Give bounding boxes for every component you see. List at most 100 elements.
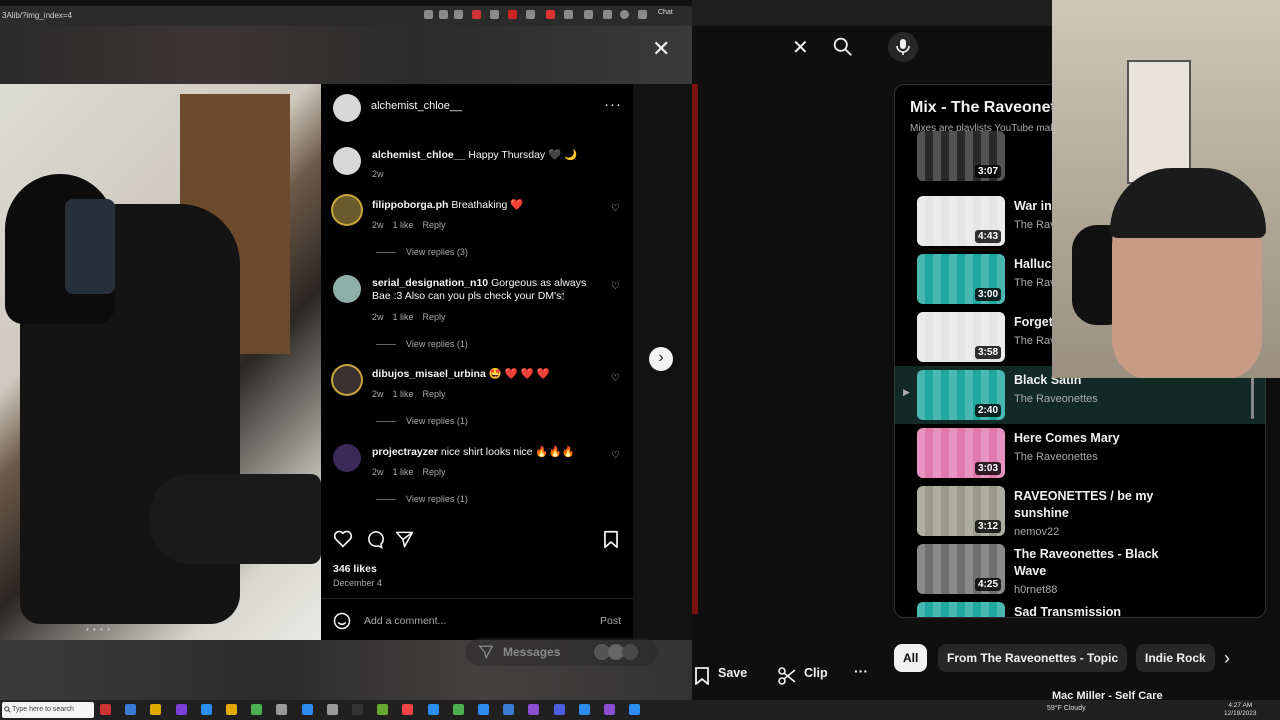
avatar[interactable]: [333, 275, 361, 303]
taskbar-search[interactable]: Type here to search: [2, 702, 94, 718]
reply-link[interactable]: Reply: [423, 389, 446, 399]
comment-input[interactable]: Add a comment...: [364, 615, 446, 627]
view-replies-link[interactable]: View replies (1): [376, 494, 468, 504]
video-thumbnail[interactable]: 3:00: [917, 254, 1005, 304]
video-thumbnail[interactable]: 3:03: [917, 428, 1005, 478]
like-comment-icon[interactable]: ♡: [611, 203, 620, 214]
video-thumbnail[interactable]: 2:40: [917, 370, 1005, 420]
chat-extension-label[interactable]: Chat: [658, 9, 673, 16]
comment-icon[interactable]: [365, 530, 384, 549]
extension-icon[interactable]: [546, 10, 555, 19]
taskbar-app-icon[interactable]: [629, 704, 641, 715]
playlist-item-title[interactable]: RAVEONETTES / be my sunshine: [1014, 488, 1194, 522]
view-replies-link[interactable]: View replies (1): [376, 416, 468, 426]
video-thumbnail[interactable]: 3:07: [917, 131, 1005, 181]
playlist-item-title[interactable]: Here Comes Mary: [1014, 430, 1194, 447]
playlist-item-title[interactable]: The Raveonettes - Black Wave: [1014, 546, 1194, 580]
taskbar-app-icon[interactable]: [452, 704, 464, 715]
avatar[interactable]: [333, 94, 361, 122]
taskbar-app-icon[interactable]: [100, 704, 111, 715]
comment-likes[interactable]: 1 like: [393, 312, 414, 322]
avatar[interactable]: [333, 444, 361, 472]
extension-icon[interactable]: [424, 10, 433, 19]
video-thumbnail[interactable]: 4:43: [917, 196, 1005, 246]
taskbar-app-icon[interactable]: [402, 704, 414, 715]
chip-all[interactable]: All: [894, 644, 928, 672]
playlist-item-channel[interactable]: The Raveonettes: [1014, 451, 1098, 463]
avatar[interactable]: [333, 147, 361, 175]
extension-icon[interactable]: [526, 10, 535, 19]
reply-link[interactable]: Reply: [423, 220, 446, 230]
extension-icon[interactable]: [603, 10, 612, 19]
heart-icon[interactable]: [333, 530, 353, 548]
save-icon[interactable]: [695, 667, 709, 685]
taskbar-app-icon[interactable]: [301, 704, 313, 715]
view-replies-link[interactable]: View replies (1): [376, 339, 468, 349]
comment-user[interactable]: alchemist_chloe__: [372, 149, 465, 161]
video-thumbnail[interactable]: 3:12: [917, 486, 1005, 536]
likes-count[interactable]: 346 likes: [333, 563, 377, 575]
video-thumbnail[interactable]: 3:58: [917, 312, 1005, 362]
share-icon[interactable]: [395, 530, 414, 549]
comment-user[interactable]: projectrayzer: [372, 446, 438, 458]
comment-likes[interactable]: 1 like: [393, 220, 414, 230]
extension-icon[interactable]: [508, 10, 517, 19]
taskbar-app-icon[interactable]: [326, 704, 338, 715]
comment-user[interactable]: dibujos_misael_urbina: [372, 368, 486, 380]
reply-link[interactable]: Reply: [423, 467, 446, 477]
voice-search-button[interactable]: [888, 32, 918, 62]
close-icon[interactable]: ✕: [652, 36, 670, 62]
playlist-item[interactable]: 3:03 Here Comes Mary The Raveonettes: [895, 424, 1265, 482]
taskbar-app-icon[interactable]: [200, 704, 212, 715]
video-thumbnail[interactable]: [917, 602, 1005, 617]
like-comment-icon[interactable]: ♡: [611, 373, 620, 384]
avatar[interactable]: [333, 196, 361, 224]
system-clock[interactable]: 4:27 AM 12/19/2023: [1224, 702, 1257, 718]
taskbar-app-icon[interactable]: [478, 704, 489, 715]
weather-widget[interactable]: 59°F Cloudy: [1047, 705, 1086, 712]
taskbar-app-icon[interactable]: [150, 704, 162, 715]
more-options-icon[interactable]: ···: [604, 96, 622, 113]
comment-likes[interactable]: 1 like: [393, 467, 414, 477]
more-actions-icon[interactable]: ···: [854, 663, 868, 679]
taskbar-app-icon[interactable]: [503, 704, 515, 715]
post-comment-button[interactable]: Post: [600, 615, 621, 627]
playlist-item[interactable]: 3:12 RAVEONETTES / be my sunshine nemov22: [895, 482, 1265, 540]
video-thumbnail[interactable]: 4:25: [917, 544, 1005, 594]
playlist-item-channel[interactable]: nemov22: [1014, 526, 1059, 538]
clip-button[interactable]: Clip: [804, 666, 828, 680]
chip-indie-rock[interactable]: Indie Rock: [1136, 644, 1215, 672]
bookmark-icon[interactable]: [603, 530, 619, 549]
taskbar-app-icon[interactable]: [553, 704, 565, 715]
zoom-icon[interactable]: [439, 10, 448, 19]
playlist-item-title[interactable]: Sad Transmission: [1014, 604, 1194, 617]
scrollbar[interactable]: [1251, 375, 1254, 419]
taskbar-app-icon[interactable]: [125, 704, 137, 715]
taskbar-app-icon[interactable]: [175, 704, 187, 715]
taskbar-app-icon[interactable]: [604, 704, 615, 715]
emoji-icon[interactable]: [333, 612, 351, 630]
like-comment-icon[interactable]: ♡: [611, 281, 620, 292]
reply-link[interactable]: Reply: [423, 312, 446, 322]
playlist-item-channel[interactable]: The Raveonettes: [1014, 393, 1098, 405]
view-replies-link[interactable]: View replies (3): [376, 247, 468, 257]
chip-from-artist[interactable]: From The Raveonettes - Topic: [938, 644, 1128, 672]
taskbar-app-icon[interactable]: [377, 704, 389, 715]
comment-likes[interactable]: 1 like: [393, 389, 414, 399]
clear-search-icon[interactable]: ✕: [792, 35, 809, 60]
avatar[interactable]: [333, 366, 361, 394]
taskbar-app-icon[interactable]: [578, 704, 590, 715]
chevron-right-icon[interactable]: ›: [1224, 648, 1230, 669]
next-video-title[interactable]: Mac Miller - Self Care: [1052, 690, 1163, 700]
next-post-icon[interactable]: ›: [649, 347, 673, 371]
messages-pill[interactable]: Messages: [466, 638, 658, 666]
menu-icon[interactable]: [638, 10, 647, 19]
scissors-icon[interactable]: [778, 667, 796, 685]
extension-icon[interactable]: [490, 10, 499, 19]
profile-icon[interactable]: [620, 10, 629, 19]
taskbar-app-icon[interactable]: [251, 704, 263, 715]
puzzle-icon[interactable]: [584, 10, 593, 19]
taskbar-app-icon[interactable]: [226, 704, 237, 715]
taskbar-app-icon[interactable]: [276, 704, 288, 715]
like-comment-icon[interactable]: ♡: [611, 450, 620, 461]
